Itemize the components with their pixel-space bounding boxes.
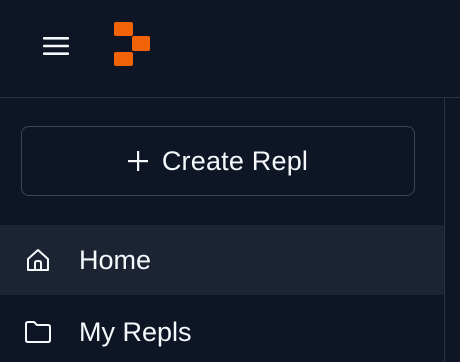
hamburger-menu-icon bbox=[43, 37, 69, 55]
create-repl-label: Create Repl bbox=[161, 145, 309, 176]
sidebar: Create Repl Home My Repls bbox=[0, 98, 445, 362]
create-repl-button[interactable]: Create Repl bbox=[21, 126, 415, 196]
main-panel-edge bbox=[445, 98, 460, 362]
sidebar-item-home[interactable]: Home bbox=[0, 225, 444, 295]
menu-button[interactable] bbox=[36, 30, 76, 62]
replit-logo[interactable] bbox=[112, 22, 152, 66]
replit-logo-icon bbox=[114, 22, 150, 66]
sidebar-item-my-repls[interactable]: My Repls bbox=[0, 297, 444, 362]
top-bar bbox=[0, 0, 460, 98]
sidebar-item-label: Home bbox=[79, 244, 152, 275]
home-icon bbox=[24, 246, 52, 274]
plus-icon bbox=[127, 151, 148, 171]
app-window: Create Repl Home My Repls bbox=[0, 0, 460, 362]
folder-icon bbox=[24, 318, 52, 346]
sidebar-item-label: My Repls bbox=[79, 316, 192, 347]
